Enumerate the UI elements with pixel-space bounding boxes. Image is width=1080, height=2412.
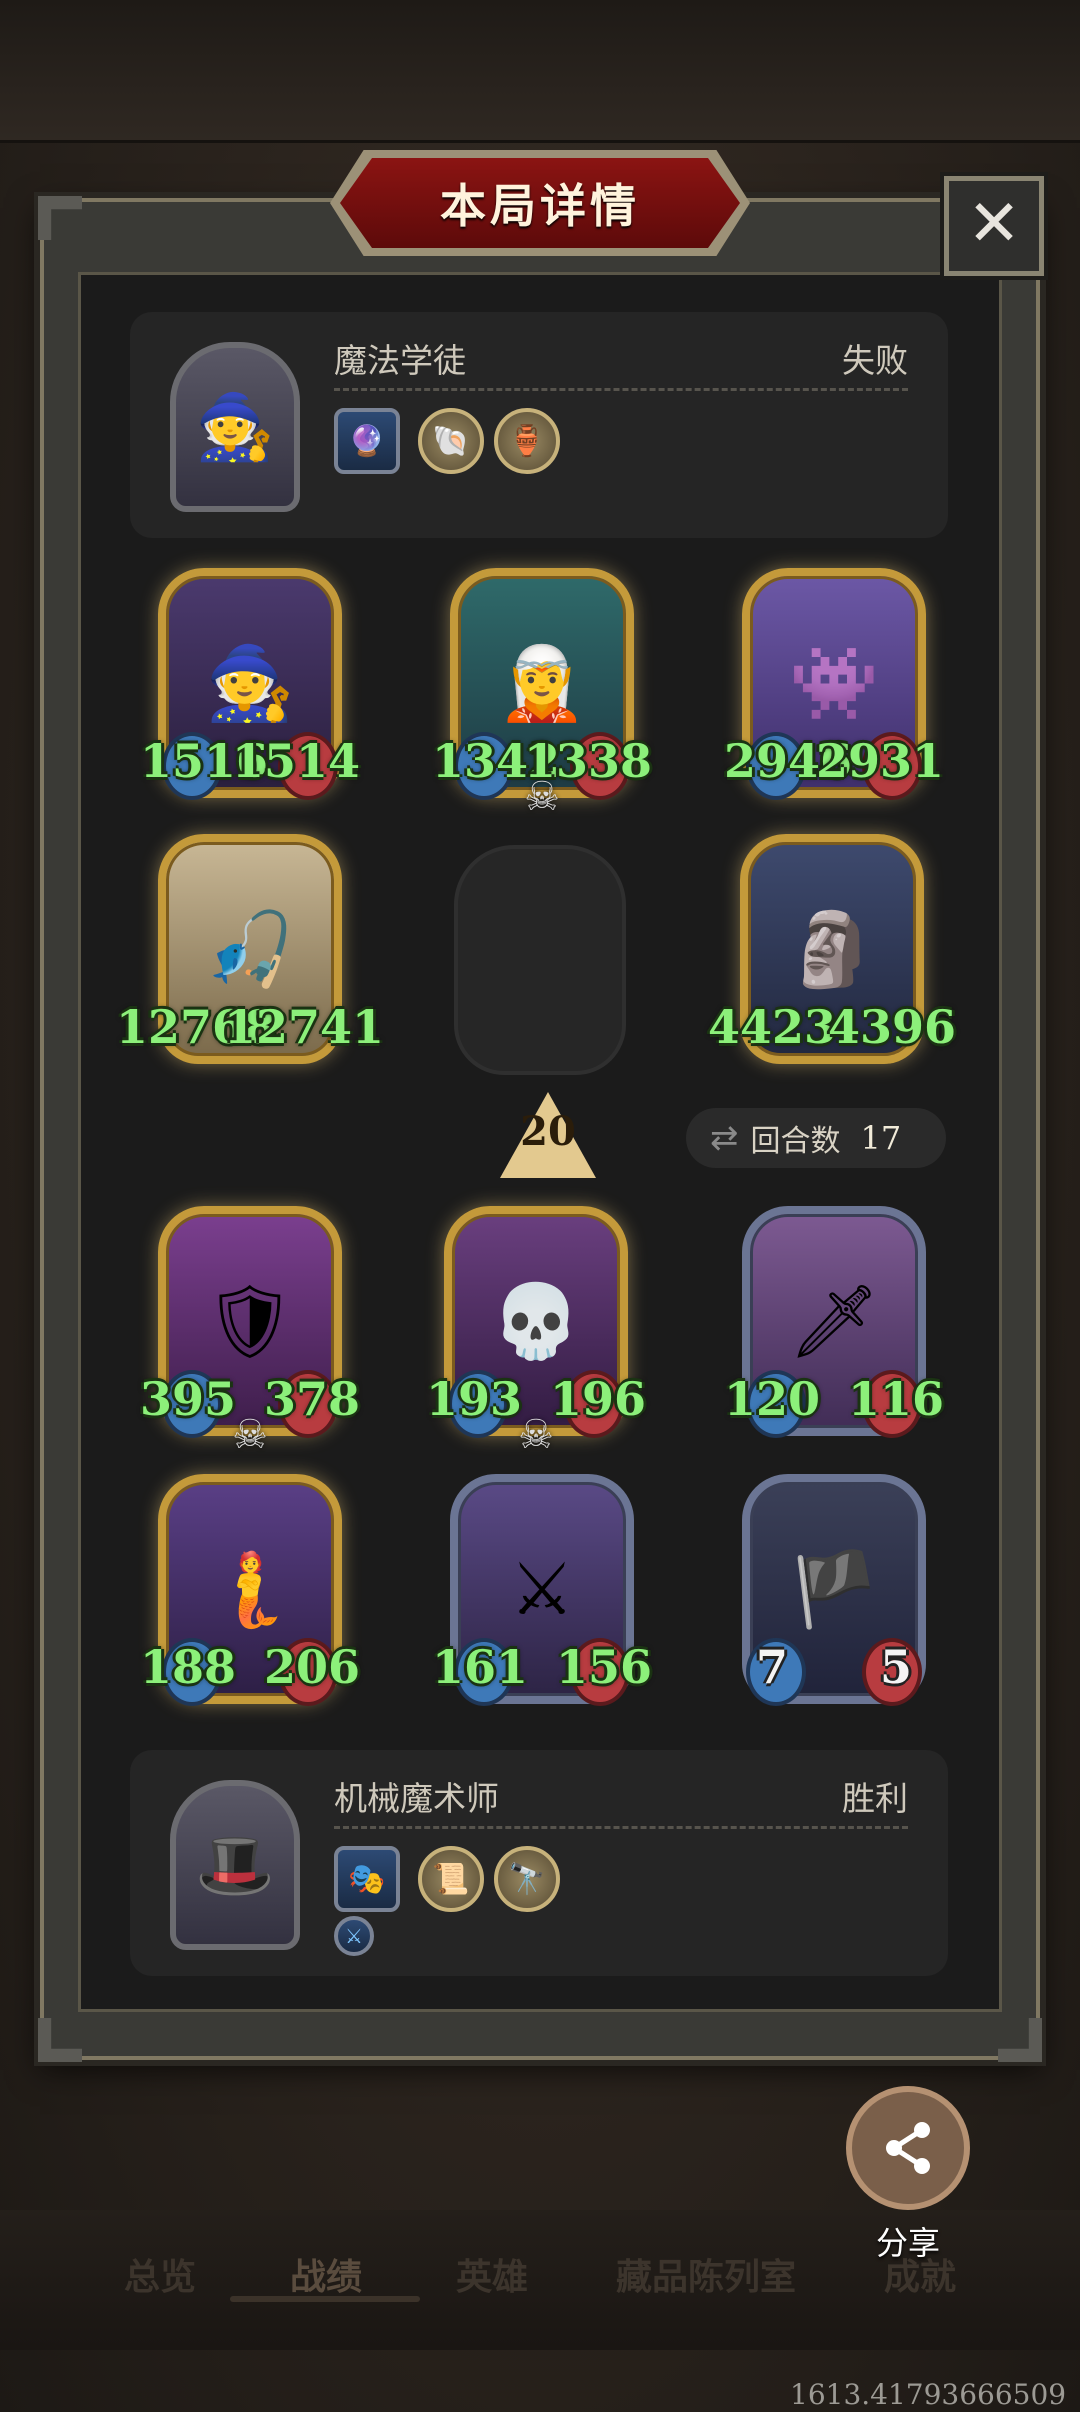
tab-collection[interactable]: 藏品陈列室 xyxy=(616,2248,796,2300)
minion-health: 196 xyxy=(549,1372,646,1426)
skull-icon: ☠ xyxy=(518,1412,554,1458)
round-label: 回合数 xyxy=(750,1124,841,1159)
opponent-card: 🧙 魔法学徒 失败 🔮 🐚 🏺 xyxy=(130,312,948,538)
minion-attack: 7 xyxy=(756,1640,789,1694)
minion-art: 💀 xyxy=(491,1278,581,1363)
opponent-minion[interactable]: 🧙 1516 1514 xyxy=(140,568,360,800)
minion-health: 156 xyxy=(555,1640,652,1694)
opponent-name: 魔法学徒 xyxy=(334,341,466,380)
active-tab-indicator xyxy=(230,2296,420,2302)
minion-health: 2931 xyxy=(815,734,944,788)
coordinate-readout: 1613.41793666509 xyxy=(790,2378,1067,2411)
player-trinket-icon[interactable]: 🔭 xyxy=(494,1846,560,1912)
minion-health: 5 xyxy=(879,1640,912,1694)
round-value: 17 xyxy=(860,1119,902,1157)
minion-art: 🗿 xyxy=(787,906,877,991)
share-icon xyxy=(886,2122,930,2174)
round-counter: ⇄ 回合数 17 xyxy=(686,1108,946,1168)
tavern-tier: 20 xyxy=(520,1108,576,1155)
player-minion[interactable]: 💀 193 196 ☠ xyxy=(426,1206,646,1458)
minion-attack: 4423 xyxy=(708,1000,837,1054)
player-result: 胜利 xyxy=(842,1779,908,1818)
corner-ornament xyxy=(38,2018,82,2062)
minion-art: 🧜 xyxy=(205,1546,295,1631)
player-minion[interactable]: 🛡 395 378 ☠ xyxy=(140,1206,360,1458)
minion-health: 12741 xyxy=(223,1000,384,1054)
opponent-minion[interactable]: 🧝 1342 1338 ☠ xyxy=(432,568,652,820)
dialog-title: 本局详情 xyxy=(340,158,740,248)
player-minion[interactable]: 🏴 7 5 xyxy=(742,1474,926,1706)
player-minion[interactable]: ⚔ 161 156 xyxy=(432,1474,652,1706)
player-name: 机械魔术师 xyxy=(334,1779,499,1818)
tab-records[interactable]: 战绩 xyxy=(290,2248,362,2300)
opponent-minion[interactable]: 👾 2946 2931 xyxy=(724,568,944,800)
skull-icon: ☠ xyxy=(232,1412,268,1458)
minion-art: 🧝 xyxy=(497,640,587,725)
minion-art: 🛡 xyxy=(204,1278,296,1363)
minion-art: ⚔ xyxy=(509,1547,575,1631)
share-label: 分享 xyxy=(875,2224,940,2262)
minion-attack: 395 xyxy=(140,1372,237,1426)
minion-attack: 120 xyxy=(724,1372,821,1426)
player-card: 🎩 机械魔术师 胜利 🎭 📜 🔭 ⚔ xyxy=(130,1750,948,1976)
opponent-portrait[interactable]: 🧙 xyxy=(170,342,300,512)
minion-attack: 161 xyxy=(432,1640,529,1694)
player-extra-badge-icon[interactable]: ⚔ xyxy=(334,1916,374,1956)
tab-heroes[interactable]: 英雄 xyxy=(456,2248,528,2300)
tab-overview[interactable]: 总览 xyxy=(124,2248,196,2300)
share-button[interactable] xyxy=(846,2086,970,2210)
minion-health: 4396 xyxy=(827,1000,956,1054)
opponent-trinket-icon[interactable]: 🐚 xyxy=(418,408,484,474)
corner-ornament xyxy=(38,196,82,240)
minion-health: 206 xyxy=(263,1640,360,1694)
player-minion[interactable]: 🧜 188 206 xyxy=(140,1474,360,1706)
minion-attack: 193 xyxy=(426,1372,523,1426)
opponent-trinket-icon[interactable]: 🏺 xyxy=(494,408,560,474)
minion-art: 🧙 xyxy=(205,640,295,725)
background-top xyxy=(0,0,1080,143)
minion-attack: 188 xyxy=(140,1640,237,1694)
minion-health: 1514 xyxy=(231,734,360,788)
opponent-minion[interactable]: 🎣 12768 12741 xyxy=(116,834,384,1064)
divider xyxy=(334,1826,908,1829)
minion-health: 378 xyxy=(263,1372,360,1426)
divider xyxy=(334,388,908,391)
minion-art: 🗡 xyxy=(788,1278,880,1363)
opponent-minion[interactable]: 🗿 4423 4396 xyxy=(708,834,956,1064)
player-minion[interactable]: 🗡 120 116 xyxy=(724,1206,944,1438)
minion-art: 🎣 xyxy=(205,906,295,991)
opponent-hero-power-icon[interactable]: 🔮 xyxy=(334,408,400,474)
player-trinket-icon[interactable]: 📜 xyxy=(418,1846,484,1912)
skull-icon: ☠ xyxy=(524,774,560,820)
close-button[interactable]: ✕ xyxy=(944,176,1044,276)
round-icon: ⇄ xyxy=(710,1118,739,1158)
player-hero-power-icon[interactable]: 🎭 xyxy=(334,1846,400,1912)
empty-board-slot xyxy=(454,845,626,1075)
opponent-result: 失败 xyxy=(842,341,908,380)
corner-ornament xyxy=(998,2018,1042,2062)
player-portrait[interactable]: 🎩 xyxy=(170,1780,300,1950)
minion-art: 👾 xyxy=(789,640,879,725)
minion-health: 116 xyxy=(847,1372,944,1426)
minion-art: 🏴 xyxy=(789,1546,879,1631)
